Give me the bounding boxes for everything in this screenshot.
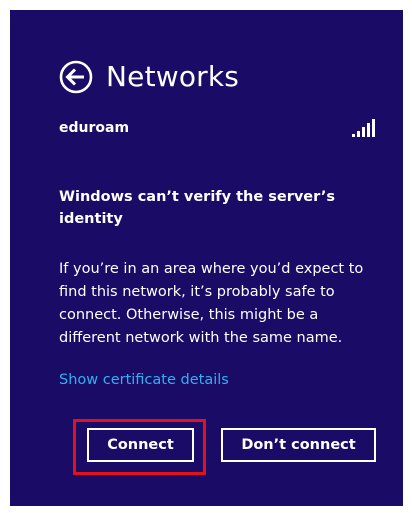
- flyout-header: Networks: [59, 55, 239, 99]
- networks-flyout-panel: Networks eduroam Windows can’t verify th…: [10, 10, 403, 506]
- page-title: Networks: [106, 60, 240, 93]
- warning-heading: Windows can’t verify the server’s identi…: [59, 189, 336, 227]
- network-name: eduroam: [59, 120, 130, 136]
- network-item: eduroam: [59, 118, 376, 138]
- connect-button[interactable]: Connect: [87, 428, 194, 462]
- back-arrow-circle-icon[interactable]: [59, 60, 93, 94]
- dont-connect-button[interactable]: Don’t connect: [221, 428, 376, 462]
- show-certificate-details-link[interactable]: Show certificate details: [59, 372, 229, 388]
- warning-message: If you’re in an area where you’d expect …: [59, 261, 364, 346]
- wifi-signal-bars-icon: [352, 119, 375, 137]
